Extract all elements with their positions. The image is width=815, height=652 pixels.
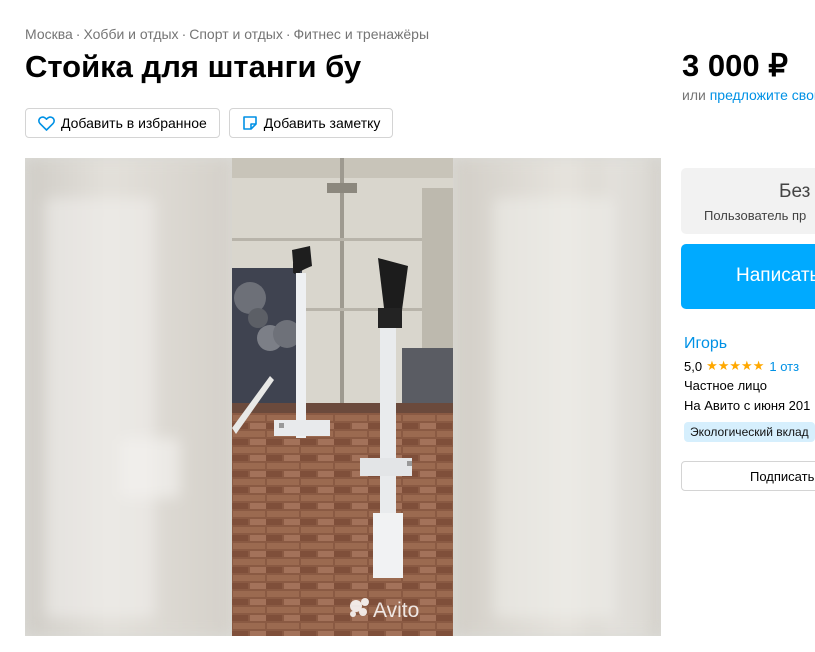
subscribe-button[interactable]: Подписать (681, 461, 815, 491)
price-offer: или предложите свою (682, 87, 815, 103)
offer-link[interactable]: предложите свою (710, 87, 815, 103)
add-note-label: Добавить заметку (263, 115, 381, 131)
breadcrumb-separator: · (181, 26, 187, 42)
page-title: Стойка для штанги бу (25, 49, 362, 84)
eco-badge: Экологический вклад (684, 422, 815, 442)
offer-prefix: или (682, 87, 706, 103)
breadcrumb-separator: · (285, 26, 291, 42)
seller-type: Частное лицо (684, 378, 767, 393)
breadcrumb-item-city[interactable]: Москва (25, 26, 73, 42)
seller-rating: 5,0 ★★★★★ 1 отз (684, 358, 799, 374)
listing-price: 3 000 ₽ (682, 48, 788, 83)
listing-photo[interactable]: Avito (232, 158, 453, 636)
seller-since: На Авито с июня 201 (684, 398, 811, 413)
delivery-title: Без (779, 181, 811, 202)
add-favorite-button[interactable]: Добавить в избранное (25, 108, 220, 138)
gallery-blur-right (453, 158, 661, 636)
breadcrumb-separator: · (75, 26, 81, 42)
breadcrumb-item-fitness[interactable]: Фитнес и тренажёры (294, 26, 430, 42)
star-rating-icon: ★★★★★ (706, 358, 765, 373)
gallery-blur-left (25, 158, 233, 636)
add-favorite-label: Добавить в избранное (61, 115, 207, 131)
breadcrumb: Москва · Хобби и отдых · Спорт и отдых · Фитне… (25, 26, 429, 42)
add-note-button[interactable]: Добавить заметку (228, 108, 394, 138)
breadcrumb-item-hobby[interactable]: Хобби и отдых (83, 26, 178, 42)
reviews-link[interactable]: 1 отз (769, 359, 799, 374)
photo-gallery[interactable]: Avito (25, 158, 661, 636)
delivery-info: Без Пользователь пр (681, 168, 815, 234)
watermark-text: Avito (373, 599, 419, 622)
breadcrumb-item-sport[interactable]: Спорт и отдых (189, 26, 283, 42)
delivery-subtitle: Пользователь пр (704, 208, 807, 223)
seller-name[interactable]: Игорь (684, 335, 727, 353)
rating-value: 5,0 (684, 358, 703, 374)
heart-icon (38, 115, 55, 131)
listing-actions: Добавить в избранное Добавить заметку (25, 108, 394, 138)
write-message-button[interactable]: Написать (681, 244, 815, 309)
note-icon (242, 115, 258, 131)
